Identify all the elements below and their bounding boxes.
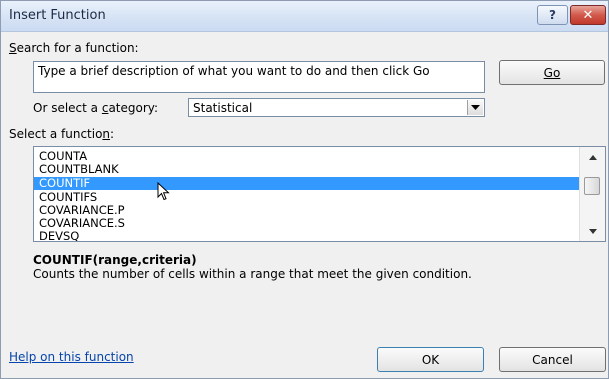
search-input[interactable]: Type a brief description of what you wan… [33,61,485,93]
function-list-label: Select a function: [9,127,115,141]
function-syntax: COUNTIF(range,criteria) [33,253,197,267]
function-description: Counts the number of cells within a rang… [33,267,472,281]
go-button[interactable]: Go [499,60,605,85]
cancel-button[interactable]: Cancel [499,347,606,372]
scroll-down-arrow-icon[interactable] [580,223,605,239]
help-on-function-link[interactable]: Help on this function [9,350,134,364]
close-icon: ✕ [582,7,594,23]
function-list[interactable]: COUNTA COUNTBLANK COUNTIF COUNTIFS COVAR… [33,146,606,242]
dialog-title: Insert Function [9,8,106,23]
question-mark-icon: ? [549,8,556,22]
list-item[interactable]: DEVSQ [34,230,580,242]
scrollbar-thumb[interactable] [584,177,600,195]
title-bar[interactable]: Insert Function ? ✕ [1,1,608,32]
vertical-scrollbar[interactable] [579,147,605,241]
scroll-up-arrow-icon[interactable] [580,149,605,165]
cancel-button-label: Cancel [532,352,573,367]
help-button[interactable]: ? [537,5,568,25]
list-item[interactable]: COUNTBLANK [34,163,580,176]
ok-button-label: OK [421,352,440,367]
mouse-pointer-icon [157,181,171,205]
go-button-label: Go [543,65,561,80]
list-item[interactable]: COVARIANCE.S [34,217,580,230]
search-label: Search for a function: [9,41,139,55]
close-button[interactable]: ✕ [570,5,606,25]
insert-function-dialog: Insert Function ? ✕ Search for a functio… [0,0,609,379]
ok-button[interactable]: OK [377,347,484,372]
chevron-down-icon[interactable] [467,100,483,115]
category-select[interactable]: Statistical [188,98,485,117]
category-selected-value: Statistical [193,101,253,115]
list-item-selected[interactable]: COUNTIF [34,177,580,190]
category-label: Or select a category: [33,101,159,115]
